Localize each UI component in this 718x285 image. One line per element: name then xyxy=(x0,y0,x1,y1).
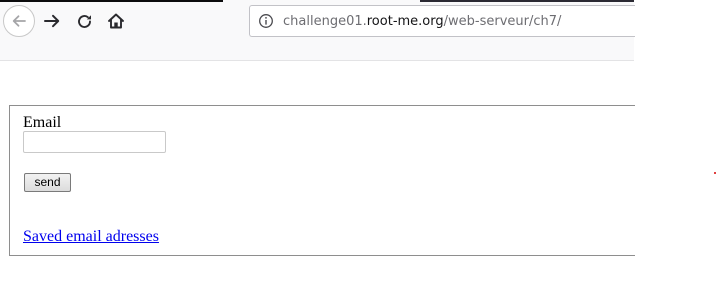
forward-button[interactable] xyxy=(36,5,68,37)
url-host-prefix: challenge01. xyxy=(283,13,367,29)
email-label: Email xyxy=(23,114,62,131)
reload-icon xyxy=(77,14,91,28)
reload-button[interactable] xyxy=(68,5,100,37)
url-bar[interactable]: challenge01. root-me.org/web-serveur/ch7/ xyxy=(249,5,635,37)
tab-strip xyxy=(420,0,634,2)
info-circle-icon[interactable] xyxy=(258,13,274,29)
arrow-right-icon xyxy=(44,14,60,28)
url-path: /web-serveur/ch7/ xyxy=(443,13,562,29)
arrow-left-icon xyxy=(12,15,26,27)
tab-strip xyxy=(0,0,223,2)
home-icon xyxy=(108,13,124,29)
saved-emails-link[interactable]: Saved email adresses xyxy=(23,227,159,246)
back-button[interactable] xyxy=(3,5,35,37)
browser-toolbar: challenge01. root-me.org/web-serveur/ch7/ xyxy=(0,0,635,61)
stray-mark xyxy=(714,172,716,174)
email-input[interactable] xyxy=(23,131,166,153)
home-button[interactable] xyxy=(100,5,132,37)
send-button[interactable]: send xyxy=(24,173,71,192)
url-domain: root-me.org xyxy=(366,13,444,29)
